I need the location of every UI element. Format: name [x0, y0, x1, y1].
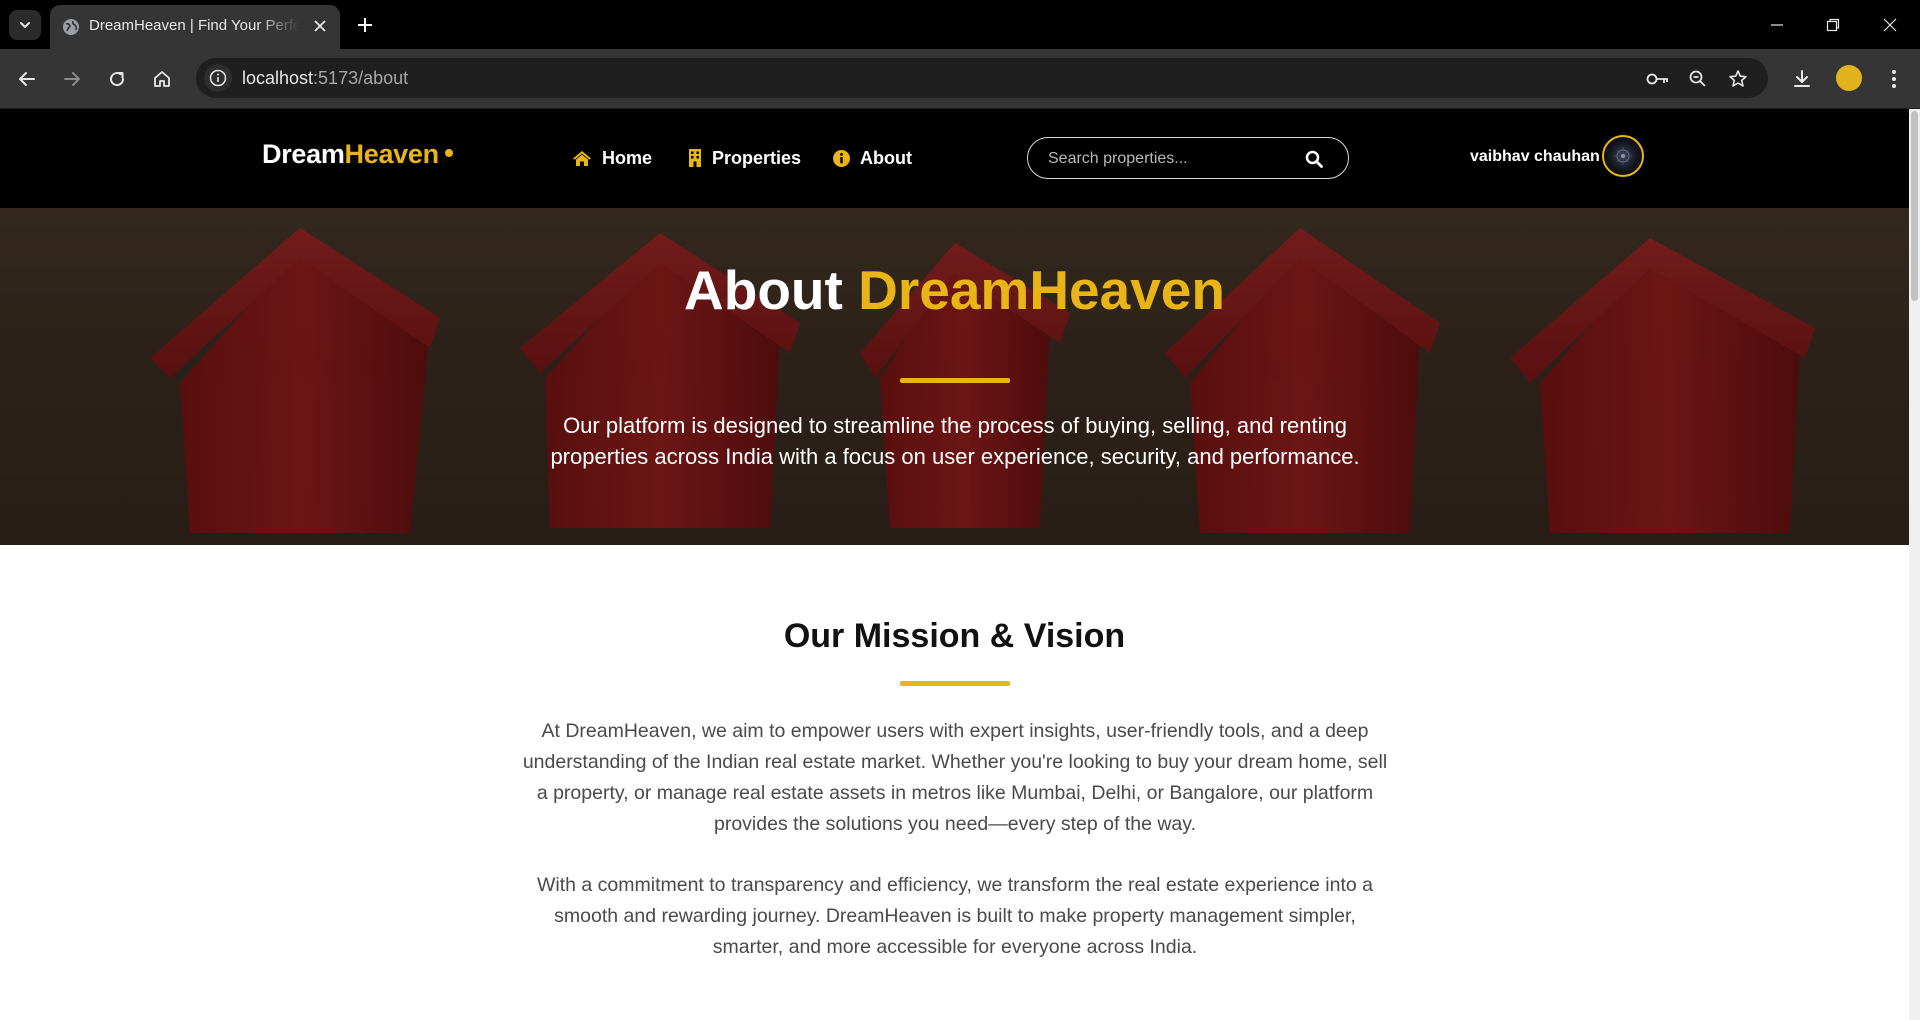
site-navbar: DreamHeaven Home Properties About vaibha… [0, 109, 1909, 208]
hero-title-prefix: About [684, 259, 859, 321]
address-bar[interactable]: localhost:5173/about [196, 58, 1768, 98]
nav-link-properties[interactable]: Properties [688, 145, 801, 171]
site-info-button[interactable] [204, 64, 232, 92]
search-icon [1305, 150, 1323, 168]
hero-title: About DreamHeaven [0, 258, 1909, 322]
forward-button[interactable] [56, 63, 88, 95]
restore-icon [1826, 18, 1840, 32]
hero-subtitle: Our platform is designed to streamline t… [550, 413, 1360, 469]
building-icon [689, 149, 701, 167]
site-logo[interactable]: DreamHeaven [262, 139, 453, 170]
zoom-button[interactable] [1683, 64, 1713, 94]
zoom-out-icon [1689, 70, 1706, 87]
tab-title: DreamHeaven | Find Your Perfect Home [89, 17, 299, 34]
home-button[interactable] [146, 63, 178, 95]
search-button[interactable] [1302, 147, 1326, 171]
page-scrollbar[interactable] [1909, 109, 1920, 1020]
logo-main-text: Dream [262, 139, 345, 169]
globe-icon [63, 19, 79, 35]
bookmark-button[interactable] [1723, 64, 1753, 94]
browser-menu-button[interactable] [1878, 63, 1910, 95]
profile-avatar-button[interactable] [1836, 65, 1862, 91]
tab-close-button[interactable] [310, 16, 330, 36]
minimize-button[interactable] [1757, 10, 1797, 40]
downloads-button[interactable] [1786, 63, 1818, 95]
download-icon [1794, 70, 1810, 87]
restore-button[interactable] [1813, 10, 1853, 40]
mission-heading: Our Mission & Vision [783, 617, 1126, 655]
avatar-image-icon [1614, 147, 1632, 165]
arrow-right-icon [64, 72, 80, 86]
logo-accent-text: Heaven [344, 139, 440, 169]
home-icon [573, 150, 591, 166]
chevron-down-icon [20, 22, 30, 28]
nav-link-home[interactable]: Home [572, 145, 652, 171]
home-icon [154, 71, 170, 87]
new-tab-button[interactable] [352, 12, 378, 38]
mission-divider [900, 681, 1010, 686]
nav-link-about[interactable]: About [833, 145, 912, 171]
nav-home-label: Home [602, 147, 653, 168]
logo-dot-icon [444, 149, 453, 157]
key-icon [1646, 73, 1668, 85]
tab-search-button[interactable] [9, 10, 41, 40]
scrollbar-thumb[interactable] [1911, 111, 1918, 301]
password-key-button[interactable] [1643, 64, 1673, 94]
search-input[interactable] [1046, 147, 1290, 171]
info-circle-icon [833, 149, 850, 167]
nav-properties-label: Properties [712, 147, 802, 168]
reload-icon [110, 72, 125, 87]
close-window-button[interactable] [1870, 10, 1910, 40]
hero-title-accent: DreamHeaven [858, 259, 1225, 321]
arrow-left-icon [19, 72, 35, 86]
about-hero: About DreamHeaven Our platform is design… [0, 208, 1909, 545]
user-name[interactable]: vaibhav chauhan [1470, 148, 1600, 166]
more-vertical-icon [1892, 70, 1896, 88]
minimize-icon [1771, 24, 1783, 26]
close-icon [1883, 18, 1897, 32]
url-path: :5173/about [313, 68, 409, 88]
property-search-box [1027, 137, 1349, 179]
url-host: localhost [242, 68, 314, 88]
user-avatar[interactable] [1602, 135, 1644, 177]
mission-paragraph-1: At DreamHeaven, we aim to empower users … [522, 720, 1388, 835]
browser-toolbar: localhost:5173/about [0, 49, 1920, 109]
browser-tab-active[interactable]: DreamHeaven | Find Your Perfect Home [50, 5, 340, 49]
browser-tab-strip: DreamHeaven | Find Your Perfect Home [0, 0, 1920, 49]
mission-paragraph-2: With a commitment to transparency and ef… [536, 874, 1373, 958]
page-viewport: DreamHeaven Home Properties About vaibha… [0, 109, 1909, 1020]
star-icon [1729, 70, 1747, 87]
plus-icon [358, 18, 372, 32]
nav-about-label: About [860, 147, 912, 168]
hero-divider [900, 378, 1010, 383]
reload-button[interactable] [101, 63, 133, 95]
back-button[interactable] [11, 63, 43, 95]
info-icon [209, 69, 227, 87]
close-icon [314, 20, 326, 32]
url-text: localhost:5173/about [242, 68, 408, 89]
